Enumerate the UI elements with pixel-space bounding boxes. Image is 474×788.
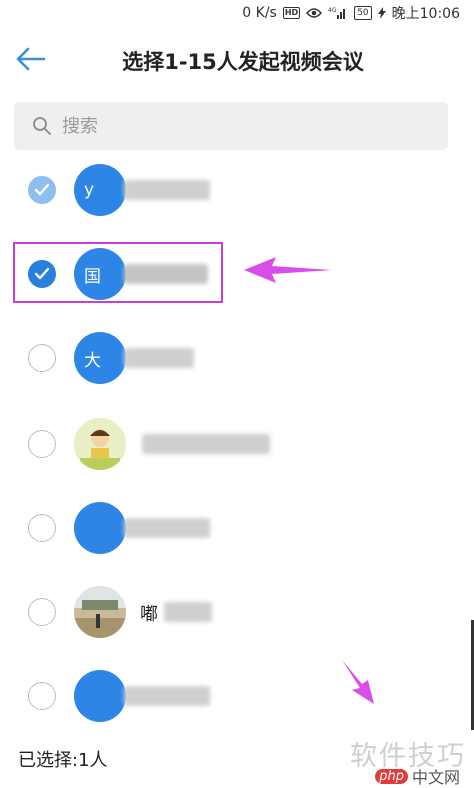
checkbox[interactable] — [28, 430, 56, 458]
header: 选择1-15人发起视频会议 — [0, 26, 474, 92]
svg-text:4G: 4G — [328, 7, 337, 14]
contact-row[interactable]: y — [0, 160, 474, 220]
avatar — [74, 670, 126, 722]
eye-icon — [306, 7, 323, 19]
blurred-name — [142, 434, 270, 454]
signal-icon: 4G — [328, 6, 348, 20]
search-input[interactable] — [62, 115, 422, 137]
contact-row[interactable] — [0, 414, 474, 474]
checkbox[interactable] — [28, 682, 56, 710]
blurred-name — [124, 348, 194, 368]
annotation-arrow-icon — [342, 660, 374, 704]
battery-icon: 50 — [354, 6, 372, 20]
page-title: 选择1-15人发起视频会议 — [122, 50, 364, 74]
contact-row[interactable] — [0, 666, 474, 726]
network-speed: 0 K/s — [242, 5, 277, 21]
checkbox[interactable] — [28, 344, 56, 372]
avatar-photo — [74, 418, 126, 470]
blurred-name — [124, 518, 210, 538]
avatar: y — [74, 164, 126, 216]
checkbox[interactable] — [28, 514, 56, 542]
blurred-name — [124, 180, 210, 200]
checkbox[interactable] — [28, 598, 56, 626]
cartoon-avatar-icon — [74, 418, 126, 470]
contact-name: 嘟 — [140, 604, 158, 625]
php-logo: php — [375, 768, 408, 784]
hd-icon: HD — [282, 7, 301, 19]
site-name: 中文网 — [411, 768, 460, 787]
checkbox-checked[interactable] — [28, 176, 56, 204]
highlight-box — [13, 242, 223, 303]
avatar-photo — [74, 586, 126, 638]
contact-row[interactable]: 大 — [0, 328, 474, 388]
avatar: 大 — [74, 332, 126, 384]
avatar — [74, 502, 126, 554]
contact-row[interactable] — [0, 498, 474, 558]
search-bar[interactable] — [14, 102, 448, 150]
watermark-logo: php 中文网 — [375, 764, 460, 788]
check-icon — [34, 183, 50, 196]
contact-row[interactable]: 嘟 — [0, 582, 474, 642]
annotation-arrow-icon — [244, 257, 332, 283]
status-bar: 0 K/s HD 4G 50 晚上10:06 — [0, 0, 474, 26]
charging-icon — [377, 7, 386, 19]
landscape-avatar-icon — [74, 586, 126, 638]
bottom-bar: 已选择:1人 软件技巧 php 中文网 — [0, 730, 474, 788]
blurred-name — [164, 602, 212, 622]
selected-count: 已选择:1人 — [18, 750, 108, 771]
search-icon — [33, 117, 51, 135]
blurred-name — [124, 686, 210, 706]
clock: 晚上10:06 — [391, 6, 460, 22]
